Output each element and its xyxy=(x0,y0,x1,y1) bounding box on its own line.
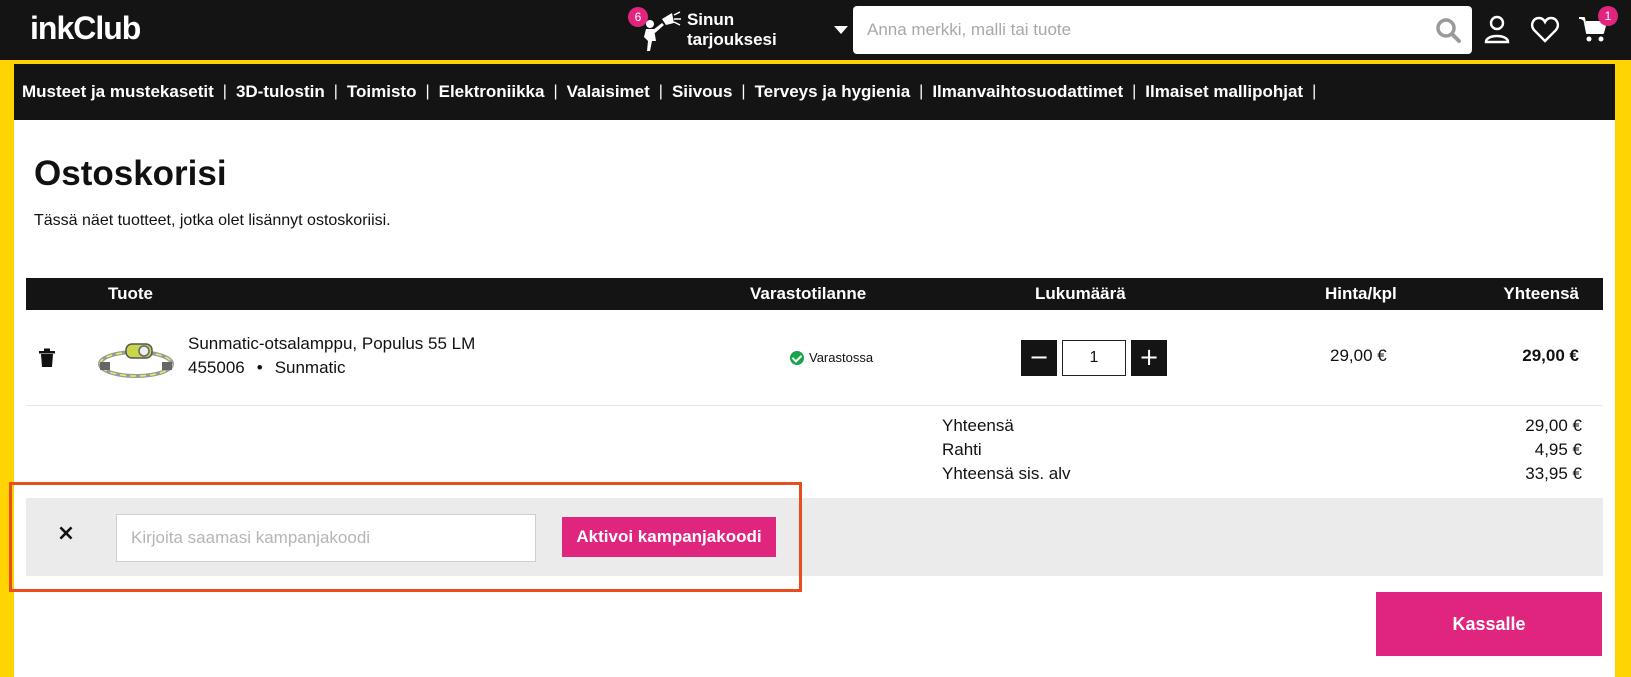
page-title: Ostoskorisi xyxy=(34,154,227,193)
quantity-decrease-button[interactable]: − xyxy=(1021,340,1057,376)
category-separator: | xyxy=(1132,83,1137,100)
category-link[interactable]: Siivous xyxy=(672,82,732,102)
close-icon[interactable]: × xyxy=(56,523,76,545)
product-brand: Sunmatic xyxy=(274,358,346,377)
check-circle-icon xyxy=(790,350,804,365)
top-header: inkClub 6 Sinun tarjouksesi Anna merkki,… xyxy=(0,0,1631,60)
search-icon[interactable] xyxy=(1430,12,1466,48)
col-stock: Varastotilanne xyxy=(750,284,867,303)
quantity-stepper: − 1 + xyxy=(1021,340,1167,376)
summary-subtotal-value: 29,00 € xyxy=(1525,416,1582,435)
category-separator: | xyxy=(1312,83,1317,100)
summary-subtotal-label: Yhteensä xyxy=(942,416,1014,435)
stock-label: Varastossa xyxy=(809,350,874,365)
category-separator: | xyxy=(741,83,746,100)
category-separator: | xyxy=(919,83,924,100)
category-link[interactable]: Terveys ja hygienia xyxy=(755,82,911,102)
stock-status: Varastossa xyxy=(790,350,873,365)
checkout-button[interactable]: Kassalle xyxy=(1376,592,1602,656)
cart-row: Sunmatic-otsalamppu, Populus 55 LM 45500… xyxy=(26,310,1603,406)
cart-table-header: Tuote Varastotilanne Lukumäärä Hinta/kpl… xyxy=(26,278,1603,310)
line-total: 29,00 € xyxy=(1522,346,1579,365)
heart-icon[interactable] xyxy=(1530,14,1560,44)
summary-grand-value: 33,95 € xyxy=(1525,464,1582,483)
col-quantity: Lukumäärä xyxy=(1035,284,1126,303)
order-summary: Yhteensä 29,00 € Rahti 4,95 € Yhteensä s… xyxy=(942,416,1582,488)
inkclub-logo[interactable]: inkClub xyxy=(30,10,141,47)
category-link[interactable]: Ilmaiset mallipohjat xyxy=(1145,82,1303,102)
search-bar xyxy=(853,6,1472,54)
quantity-increase-button[interactable]: + xyxy=(1131,340,1167,376)
logo-text: inkClub xyxy=(30,10,141,46)
offers-dropdown[interactable]: 6 Sinun tarjouksesi xyxy=(628,6,848,54)
category-separator: | xyxy=(658,83,663,100)
summary-shipping-label: Rahti xyxy=(942,440,982,459)
cart-button[interactable]: 1 xyxy=(1578,6,1618,44)
category-link[interactable]: Toimisto xyxy=(347,82,417,102)
col-unit-price: Hinta/kpl xyxy=(1325,284,1397,303)
summary-grand-label: Yhteensä sis. alv xyxy=(942,464,1071,483)
category-link[interactable]: Musteet ja mustekasetit xyxy=(22,82,214,102)
col-total: Yhteensä xyxy=(1503,284,1579,303)
promo-code-section: × Aktivoi kampanjakoodi xyxy=(26,498,1603,576)
category-separator: | xyxy=(425,83,430,100)
cart-badge: 1 xyxy=(1598,6,1618,26)
user-icon[interactable] xyxy=(1482,14,1512,44)
cart-panel: Ostoskorisi Tässä näet tuotteet, jotka o… xyxy=(14,120,1615,677)
header-icons: 1 xyxy=(1482,6,1618,44)
trash-icon[interactable] xyxy=(38,348,56,368)
unit-price: 29,00 € xyxy=(1330,346,1387,365)
category-link[interactable]: 3D-tulostin xyxy=(236,82,325,102)
category-link[interactable]: Ilmanvaihtosuodattimet xyxy=(932,82,1123,102)
category-separator: | xyxy=(222,83,227,100)
search-input[interactable] xyxy=(853,6,1430,54)
category-separator: | xyxy=(333,83,338,100)
category-nav: Musteet ja mustekasetit | 3D-tulostin | Toim… xyxy=(14,64,1615,120)
product-name[interactable]: Sunmatic-otsalamppu, Populus 55 LM xyxy=(188,334,475,354)
quantity-input[interactable]: 1 xyxy=(1062,340,1126,376)
category-separator: | xyxy=(553,83,558,100)
summary-grand-total: Yhteensä sis. alv 33,95 € xyxy=(942,464,1582,488)
chevron-down-icon xyxy=(834,26,848,34)
summary-subtotal: Yhteensä 29,00 € xyxy=(942,416,1582,440)
category-link[interactable]: Valaisimet xyxy=(567,82,650,102)
product-meta: 455006 • Sunmatic xyxy=(188,358,346,378)
activate-promo-button[interactable]: Aktivoi kampanjakoodi xyxy=(562,517,776,557)
promo-code-input[interactable] xyxy=(116,514,536,562)
offers-label: Sinun tarjouksesi xyxy=(686,10,777,49)
summary-shipping-value: 4,95 € xyxy=(1534,440,1582,459)
category-link[interactable]: Elektroniikka xyxy=(439,82,545,102)
offers-figure-icon: 6 xyxy=(628,7,683,53)
page-subtitle: Tässä näet tuotteet, jotka olet lisännyt… xyxy=(34,212,391,229)
meta-dot: • xyxy=(256,358,263,377)
product-sku: 455006 xyxy=(188,358,245,377)
product-thumbnail[interactable] xyxy=(96,334,176,382)
col-product: Tuote xyxy=(108,284,154,303)
summary-shipping: Rahti 4,95 € xyxy=(942,440,1582,464)
